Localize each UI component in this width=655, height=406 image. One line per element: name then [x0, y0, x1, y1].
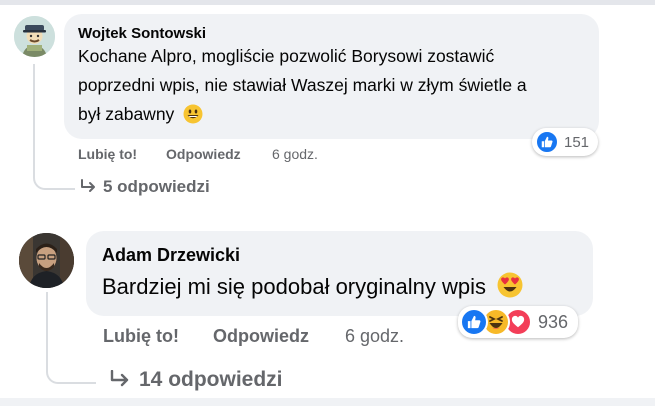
- comment-author[interactable]: Adam Drzewicki: [102, 245, 240, 266]
- comment-actions: Lubię to! Odpowiedz 6 godz.: [103, 326, 443, 348]
- reaction-summary[interactable]: 151: [532, 128, 599, 156]
- comment-bubble: Adam Drzewicki Bardziej mi się podobał o…: [86, 231, 593, 316]
- bottom-edge: [0, 398, 655, 406]
- like-icon: [535, 130, 559, 154]
- view-replies-link[interactable]: 5 odpowiedzi: [80, 177, 210, 199]
- heart-eyes-emoji-icon: [497, 272, 523, 304]
- comment-bubble: Wojtek Sontowski Kochane Alpro, mogliści…: [64, 14, 599, 139]
- comment-text: był zabawny: [78, 104, 175, 124]
- like-button[interactable]: Lubię to!: [103, 326, 179, 347]
- reaction-count: 151: [564, 133, 590, 151]
- reply-button[interactable]: Odpowiedz: [213, 326, 309, 347]
- like-button[interactable]: Lubię to!: [78, 146, 137, 162]
- avatar-photo-icon: [19, 233, 74, 288]
- reply-arrow-icon: [80, 179, 97, 199]
- comment-text-line: Bardziej mi się podobał oryginalny wpis: [102, 272, 523, 304]
- timestamp[interactable]: 6 godz.: [345, 326, 404, 347]
- top-edge: [0, 0, 655, 5]
- view-replies-link[interactable]: 14 odpowiedzi: [110, 368, 283, 394]
- timestamp[interactable]: 6 godz.: [272, 146, 318, 162]
- avatar[interactable]: [19, 233, 74, 288]
- comment-text-line: był zabawny: [78, 104, 203, 129]
- like-icon: [460, 308, 488, 336]
- comment-text-line: poprzedni wpis, nie stawiał Waszej marki…: [78, 75, 527, 95]
- comment-author[interactable]: Wojtek Sontowski: [78, 25, 206, 42]
- reaction-summary[interactable]: 936: [458, 306, 579, 338]
- reply-arrow-icon: [110, 369, 131, 394]
- replies-count-label: 14 odpowiedzi: [139, 368, 283, 391]
- comment-actions: Lubię to! Odpowiedz 6 godz.: [78, 146, 378, 164]
- avatar-illustration-icon: [14, 16, 55, 57]
- avatar[interactable]: [14, 16, 55, 57]
- comment-text: Bardziej mi się podobał oryginalny wpis: [102, 274, 486, 299]
- replies-count-label: 5 odpowiedzi: [103, 177, 210, 196]
- reply-button[interactable]: Odpowiedz: [166, 146, 241, 162]
- reaction-count: 936: [538, 311, 569, 332]
- grinning-emoji-icon: [183, 104, 203, 129]
- comment-text-line: Kochane Alpro, mogliście pozwolić Boryso…: [78, 46, 495, 66]
